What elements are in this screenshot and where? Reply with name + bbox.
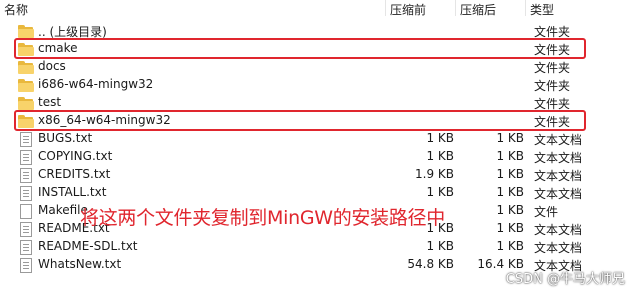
highlight-box-cmake xyxy=(14,38,586,59)
header-separator[interactable] xyxy=(385,0,386,16)
folder-icon xyxy=(18,24,34,38)
file-name: CREDITS.txt xyxy=(38,167,111,181)
original-size: 1 KB xyxy=(496,131,524,145)
highlight-box-x86_64 xyxy=(14,110,586,131)
list-item-credits[interactable]: CREDITS.txt 1.9 KB 1 KB 文本文档 xyxy=(0,166,631,184)
compressed-size: 1.9 KB xyxy=(415,167,454,181)
text-file-icon xyxy=(18,222,34,237)
file-type: 文件夹 xyxy=(534,79,571,93)
list-item-install[interactable]: INSTALL.txt 1 KB 1 KB 文本文档 xyxy=(0,184,631,202)
file-type: 文本文档 xyxy=(534,133,583,147)
folder-icon xyxy=(18,60,34,74)
list-item-readme-sdl[interactable]: README-SDL.txt 1 KB 1 KB 文本文档 xyxy=(0,238,631,256)
file-type: 文本文档 xyxy=(534,241,583,255)
folder-icon xyxy=(18,78,34,92)
header-separator[interactable] xyxy=(525,0,526,16)
list-item-copying[interactable]: COPYING.txt 1 KB 1 KB 文本文档 xyxy=(0,148,631,166)
compressed-size: 54.8 KB xyxy=(407,257,454,271)
compressed-size: 1 KB xyxy=(426,131,454,145)
list-item-docs[interactable]: docs 文件夹 xyxy=(0,58,631,76)
text-file-icon xyxy=(18,258,34,273)
file-type: 文本文档 xyxy=(534,187,583,201)
text-file-icon xyxy=(18,186,34,201)
folder-icon xyxy=(18,96,34,110)
original-size: 1 KB xyxy=(496,221,524,235)
header-type[interactable]: 类型 xyxy=(530,1,554,18)
file-name: i686-w64-mingw32 xyxy=(38,77,154,91)
file-type: 文件夹 xyxy=(534,61,571,75)
original-size: 1 KB xyxy=(496,149,524,163)
list-item-i686-w64-mingw32[interactable]: i686-w64-mingw32 文件夹 xyxy=(0,76,631,94)
file-name: COPYING.txt xyxy=(38,149,113,163)
file-name: WhatsNew.txt xyxy=(38,257,122,271)
header-separator[interactable] xyxy=(455,0,456,16)
header-compressed[interactable]: 压缩前 xyxy=(390,1,426,18)
compressed-size: 1 KB xyxy=(426,185,454,199)
file-name: INSTALL.txt xyxy=(38,185,107,199)
watermark: CSDN @牛马大师兄 xyxy=(505,272,625,287)
text-file-icon xyxy=(18,132,34,147)
original-size: 1 KB xyxy=(496,239,524,253)
header-name[interactable]: 名称 xyxy=(4,1,28,18)
compressed-size: 1 KB xyxy=(426,149,454,163)
compressed-size: 1 KB xyxy=(426,239,454,253)
file-name: docs xyxy=(38,59,66,73)
text-file-icon xyxy=(18,150,34,165)
column-header: 名称 压缩前 压缩后 类型 xyxy=(0,0,631,17)
text-file-icon xyxy=(18,168,34,183)
annotation-text: 将这两个文件夹复制到MinGW的安装路径中 xyxy=(80,207,445,229)
file-name: BUGS.txt xyxy=(38,131,93,145)
file-type: 文件 xyxy=(534,205,559,219)
file-type: 文本文档 xyxy=(534,169,583,183)
blank-file-icon xyxy=(18,204,34,219)
file-name: test xyxy=(38,95,62,109)
file-type: 文本文档 xyxy=(534,151,583,165)
list-item-bugs[interactable]: BUGS.txt 1 KB 1 KB 文本文档 xyxy=(0,130,631,148)
text-file-icon xyxy=(18,240,34,255)
original-size: 1 KB xyxy=(496,167,524,181)
file-name: README-SDL.txt xyxy=(38,239,138,253)
original-size: 1 KB xyxy=(496,185,524,199)
file-type: 文本文档 xyxy=(534,223,583,237)
original-size: 1 KB xyxy=(496,203,524,217)
header-original[interactable]: 压缩后 xyxy=(460,1,496,18)
